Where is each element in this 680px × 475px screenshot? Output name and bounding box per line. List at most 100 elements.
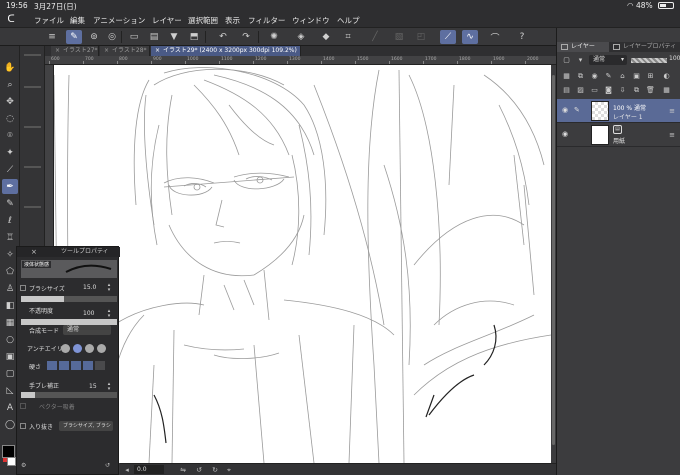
- menu-file[interactable]: ファイル: [34, 15, 64, 26]
- blend-dropdown-icon[interactable]: ▾: [575, 55, 586, 65]
- brush-size-icon[interactable]: ◎: [104, 30, 120, 44]
- redo-icon[interactable]: ↷: [238, 30, 254, 44]
- palette-color-icon[interactable]: ◐: [661, 71, 672, 81]
- duplicate-icon[interactable]: ⧉: [631, 85, 642, 95]
- layer-opacity-value[interactable]: 100: [669, 55, 680, 62]
- lock-icon[interactable]: ⌂: [617, 71, 628, 81]
- select-invert-icon[interactable]: ▧: [391, 30, 407, 44]
- layer-menu-icon[interactable]: ≡: [669, 107, 675, 115]
- eye-icon[interactable]: ◉: [562, 106, 568, 114]
- zoom-readout[interactable]: 0.0: [134, 465, 164, 474]
- loading-icon[interactable]: ✺: [266, 30, 282, 44]
- layer-row-paper[interactable]: ◉ ▤ 用紙 ≡: [557, 123, 680, 147]
- menu-layer[interactable]: レイヤー: [152, 15, 182, 26]
- tab-illust29[interactable]: × イラスト29* (2400 x 3200px 300dpi 109.2%): [151, 46, 301, 56]
- layer-mode-icon[interactable]: ▢: [561, 55, 572, 65]
- clip-icon[interactable]: ⧉: [575, 71, 586, 81]
- airbrush-tool-icon[interactable]: ♖: [2, 230, 18, 245]
- sub-tool-icon[interactable]: ✎: [66, 30, 82, 44]
- move-tool-icon[interactable]: ✥: [2, 94, 18, 109]
- ruler-icon[interactable]: ⌒: [487, 30, 503, 44]
- layer-menu-icon[interactable]: ≡: [669, 131, 675, 139]
- mask-icon[interactable]: ▣: [631, 71, 642, 81]
- undo-icon[interactable]: ↶: [215, 30, 231, 44]
- fill-icon[interactable]: ◈: [293, 30, 309, 44]
- blend-select[interactable]: 通常: [63, 325, 111, 335]
- taper-check[interactable]: [20, 423, 26, 429]
- brush-tool-icon[interactable]: ℓ: [2, 213, 18, 228]
- flip-icon[interactable]: ⇋: [178, 465, 188, 475]
- new-file-icon[interactable]: ▭: [126, 30, 142, 44]
- ruler-link-icon[interactable]: ⊞: [645, 71, 656, 81]
- stabilization-slider[interactable]: [21, 392, 117, 398]
- opacity-stepper[interactable]: ▴ ▾: [105, 309, 113, 319]
- close-icon[interactable]: ×: [31, 247, 37, 257]
- app-logo-icon[interactable]: ᑕ: [4, 14, 18, 26]
- magic-wand-icon[interactable]: ⌾: [2, 128, 18, 143]
- new-raster-layer-icon[interactable]: ▤: [561, 85, 572, 95]
- help-icon[interactable]: ?: [514, 30, 530, 44]
- trash-icon[interactable]: 🗑: [645, 85, 656, 95]
- tab-illust28[interactable]: × イラスト28*: [100, 46, 150, 56]
- vector-snap-icon[interactable]: ⟋: [440, 30, 456, 44]
- lock-transparent-icon[interactable]: ▦: [561, 71, 572, 81]
- transparent-color-icon[interactable]: [3, 458, 7, 462]
- new-folder-icon[interactable]: ▭: [589, 85, 600, 95]
- menu-animation[interactable]: アニメーション: [93, 15, 145, 26]
- draft-icon[interactable]: ✎: [603, 71, 614, 81]
- pen-stroke-icon[interactable]: ∿: [462, 30, 478, 44]
- brush-size-slider[interactable]: [21, 296, 117, 302]
- tab-layer[interactable]: レイヤー: [557, 42, 609, 52]
- sub-color-swatch[interactable]: [7, 457, 16, 466]
- brush-size-check[interactable]: [20, 285, 26, 291]
- new-vector-layer-icon[interactable]: ▨: [575, 85, 586, 95]
- layer-settings-icon[interactable]: ▦: [661, 85, 672, 95]
- menu-help[interactable]: ヘルプ: [337, 15, 360, 26]
- taper-select[interactable]: ブラシサイズ, ブラシ: [59, 421, 113, 431]
- layer-mask-icon[interactable]: ◙: [603, 85, 614, 95]
- rotate-right-icon[interactable]: ↻: [210, 465, 220, 475]
- fit-icon[interactable]: ⌖: [224, 465, 234, 475]
- layer-blend-select[interactable]: 通常: [589, 55, 627, 65]
- merge-down-icon[interactable]: ⇩: [617, 85, 628, 95]
- eyedropper-icon[interactable]: ⟋: [2, 162, 18, 177]
- select-clear-icon[interactable]: ╱: [367, 30, 383, 44]
- menu-edit[interactable]: 編集: [70, 15, 85, 26]
- layer-row-1[interactable]: ◉ ✎ 100 % 通常 レイヤー 1 ≡: [557, 99, 680, 123]
- export-icon[interactable]: ⬒: [186, 30, 202, 44]
- stabilization-stepper[interactable]: ▴ ▾: [105, 382, 113, 392]
- tab-illust27[interactable]: × イラスト27*: [51, 46, 99, 56]
- menu-window[interactable]: ウィンドウ: [292, 15, 330, 26]
- layer-opacity-slider[interactable]: [631, 58, 667, 63]
- menu-view[interactable]: 表示: [225, 15, 240, 26]
- hardness-selector[interactable]: [47, 361, 109, 370]
- navigator-icon[interactable]: ◂: [122, 465, 132, 475]
- antialias-none-button[interactable]: [61, 344, 70, 353]
- brush-size-value[interactable]: 15.0: [83, 284, 96, 291]
- menu-selection[interactable]: 選択範囲: [188, 15, 218, 26]
- reset-icon[interactable]: ↺: [105, 462, 110, 469]
- tab-layer-property[interactable]: レイヤープロパティ: [609, 42, 680, 52]
- zoom-tool-icon[interactable]: ⌕: [2, 77, 18, 92]
- menu-filter[interactable]: フィルター: [248, 15, 285, 26]
- bucket-icon[interactable]: ◆: [318, 30, 334, 44]
- open-icon[interactable]: ▤: [146, 30, 162, 44]
- save-icon[interactable]: ▼: [166, 30, 182, 44]
- wrench-icon[interactable]: ⚙: [21, 462, 26, 469]
- dial-icon[interactable]: ⊚: [86, 30, 102, 44]
- rotate-left-icon[interactable]: ↺: [194, 465, 204, 475]
- vector-snap-check[interactable]: [20, 403, 26, 409]
- pencil-tool-icon[interactable]: ✎: [2, 196, 18, 211]
- eye-icon[interactable]: ◉: [562, 130, 568, 138]
- antialias-medium-button[interactable]: [85, 344, 94, 353]
- antialias-weak-button[interactable]: [73, 344, 82, 353]
- brush-size-stepper[interactable]: ▴ ▾: [105, 283, 113, 293]
- antialias-strong-button[interactable]: [97, 344, 106, 353]
- reference-icon[interactable]: ◉: [589, 71, 600, 81]
- drawing-canvas[interactable]: [54, 65, 551, 463]
- transform-icon[interactable]: ⌗: [340, 30, 356, 44]
- opacity-value[interactable]: 100: [83, 310, 94, 317]
- hamburger-icon[interactable]: ≡: [44, 30, 60, 44]
- hand-tool-icon[interactable]: ✋: [2, 60, 18, 75]
- star-tool-icon[interactable]: ✦: [2, 145, 18, 160]
